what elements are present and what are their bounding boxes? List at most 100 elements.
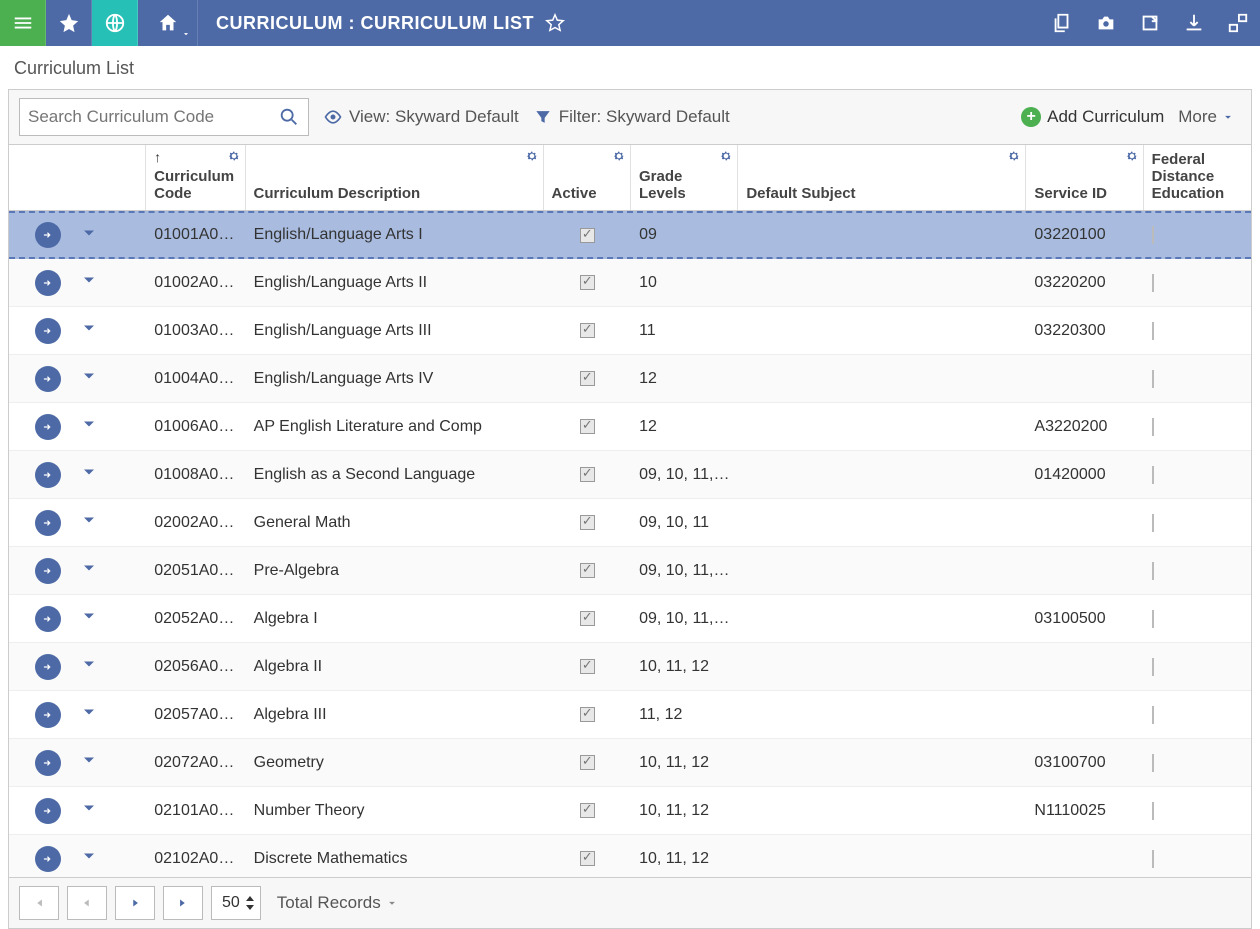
checkbox-icon [580,323,595,338]
table-row[interactable]: 01006A0… AP English Literature and Comp … [9,403,1251,451]
row-open-button[interactable] [35,222,61,248]
dock-button[interactable] [1216,0,1260,46]
table-row[interactable]: 01003A0… English/Language Arts III 11 03… [9,307,1251,355]
gear-icon[interactable] [1007,149,1021,167]
table-row[interactable]: 02057A0… Algebra III 11, 12 [9,691,1251,739]
popout-button[interactable] [1128,0,1172,46]
filter-selector[interactable]: Filter: Skyward Default [533,107,730,127]
page-prev-button[interactable] [67,886,107,920]
row-expand-button[interactable] [79,654,99,679]
checkbox-icon [1152,562,1154,580]
row-expand-button[interactable] [79,462,99,487]
row-open-button[interactable] [35,510,61,536]
row-open-button[interactable] [35,558,61,584]
row-open-button[interactable] [35,606,61,632]
table-row[interactable]: 01004A0… English/Language Arts IV 12 [9,355,1251,403]
row-open-button[interactable] [35,270,61,296]
th-service[interactable]: Service ID [1026,145,1143,210]
cell-grade: 10 [631,274,738,292]
checkbox-icon [1152,322,1154,340]
copy-button[interactable] [1040,0,1084,46]
table-row[interactable]: 02101A0… Number Theory 10, 11, 12 N11100… [9,787,1251,835]
gear-icon[interactable] [227,149,241,167]
row-expand-button[interactable] [79,606,99,631]
cell-grade: 09, 10, 11,… [631,466,738,484]
download-button[interactable] [1172,0,1216,46]
search-input-wrap[interactable] [19,98,309,136]
search-icon[interactable] [278,106,300,128]
th-active[interactable]: Active [544,145,631,210]
menu-button[interactable] [0,0,46,46]
row-open-button[interactable] [35,414,61,440]
page-last-button[interactable] [163,886,203,920]
globe-button[interactable] [92,0,138,46]
table-row[interactable]: 02052A0… Algebra I 09, 10, 11,… 03100500 [9,595,1251,643]
cell-code: 02002A0… [146,514,245,532]
table-row[interactable]: 02051A0… Pre-Algebra 09, 10, 11,… [9,547,1251,595]
top-nav: CURRICULUM : CURRICULUM LIST [0,0,1260,46]
cell-desc: English/Language Arts II [246,274,544,292]
home-button[interactable] [138,0,198,46]
cell-federal [1144,514,1251,532]
add-curriculum-button[interactable]: + Add Curriculum [1021,107,1164,127]
table-row[interactable]: 02002A0… General Math 09, 10, 11 [9,499,1251,547]
page-title: CURRICULUM : CURRICULUM LIST [216,12,566,34]
th-subject[interactable]: Default Subject [738,145,1026,210]
gear-icon[interactable] [719,149,733,167]
th-federal[interactable]: Federal Distance Education [1144,145,1251,210]
row-expand-button[interactable] [79,366,99,391]
chevron-down-icon [385,896,399,910]
row-expand-button[interactable] [79,702,99,727]
gear-icon[interactable] [1125,149,1139,167]
gear-icon[interactable] [612,149,626,167]
gear-icon[interactable] [525,149,539,167]
table-row[interactable]: 01008A0… English as a Second Language 09… [9,451,1251,499]
globe-icon [104,12,126,34]
cell-active [544,515,631,530]
th-code[interactable]: ↑ Curriculum Code [146,145,245,210]
row-open-button[interactable] [35,654,61,680]
row-expand-button[interactable] [79,798,99,823]
table-row[interactable]: 02056A0… Algebra II 10, 11, 12 [9,643,1251,691]
plus-icon: + [1021,107,1041,127]
row-open-button[interactable] [35,846,61,872]
row-expand-button[interactable] [79,270,99,295]
row-expand-button[interactable] [79,414,99,439]
cell-federal [1144,802,1251,820]
cell-grade: 12 [631,370,738,388]
cell-federal [1144,850,1251,868]
row-expand-button[interactable] [79,223,99,248]
view-selector[interactable]: View: Skyward Default [323,107,519,127]
favorites-button[interactable] [46,0,92,46]
cell-grade: 09, 10, 11 [631,514,738,532]
table-row[interactable]: 02072A0… Geometry 10, 11, 12 03100700 [9,739,1251,787]
row-open-button[interactable] [35,366,61,392]
row-open-button[interactable] [35,798,61,824]
table-row[interactable]: 01001A0… English/Language Arts I 09 0322… [9,211,1251,259]
row-expand-button[interactable] [79,318,99,343]
table-row[interactable]: 02102A0… Discrete Mathematics 10, 11, 12 [9,835,1251,877]
total-records[interactable]: Total Records [277,893,399,913]
page-first-button[interactable] [19,886,59,920]
th-grade[interactable]: Grade Levels [631,145,738,210]
cell-code: 01001A0… [146,226,245,244]
row-expand-button[interactable] [79,846,99,871]
row-expand-button[interactable] [79,558,99,583]
row-open-button[interactable] [35,318,61,344]
row-open-button[interactable] [35,750,61,776]
camera-button[interactable] [1084,0,1128,46]
row-open-button[interactable] [35,702,61,728]
th-desc[interactable]: Curriculum Description [246,145,544,210]
th-service-label: Service ID [1034,185,1136,202]
row-open-button[interactable] [35,462,61,488]
star-outline-icon[interactable] [544,12,566,34]
checkbox-icon [580,755,595,770]
home-icon [157,12,179,34]
table-row[interactable]: 01002A0… English/Language Arts II 10 032… [9,259,1251,307]
search-input[interactable] [28,107,278,127]
page-next-button[interactable] [115,886,155,920]
row-expand-button[interactable] [79,750,99,775]
page-size-select[interactable]: 50 [211,886,261,920]
row-expand-button[interactable] [79,510,99,535]
more-button[interactable]: More [1178,107,1235,127]
